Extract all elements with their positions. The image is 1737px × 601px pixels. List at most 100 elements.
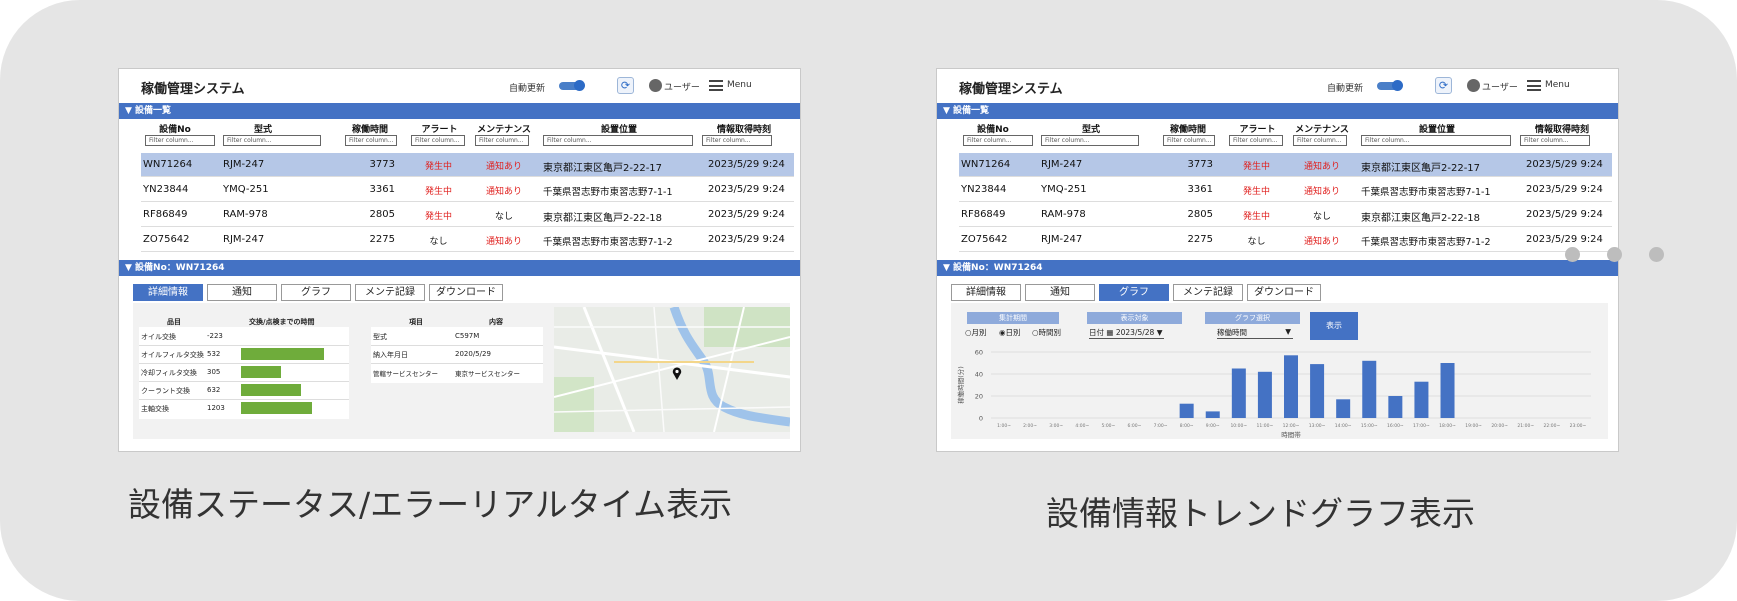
filter-location[interactable]: Filter column... (1361, 135, 1511, 146)
auto-update-label: 自動更新 (1327, 84, 1364, 94)
cell-equipment-no: WN71264 (143, 159, 193, 170)
cell-operating-time: 3361 (1187, 184, 1213, 195)
col-location: 設置位置 (1418, 125, 1455, 135)
filter-operating-time[interactable]: Filter column... (1163, 135, 1215, 146)
tab-graph[interactable]: グラフ (1099, 284, 1169, 301)
x-tick-label: 3:00~ (1049, 423, 1063, 429)
filter-fetch-time[interactable]: Filter column... (702, 135, 772, 146)
table-row[interactable]: ZO75642 RJM-247 2275 なし 通知あり 千葉県習志野市東習志野… (959, 228, 1612, 252)
bar (1414, 381, 1429, 418)
carousel-dot[interactable] (1649, 247, 1664, 262)
show-button[interactable]: 表示 (1310, 312, 1358, 340)
tab-maintenance-log[interactable]: メンテ記録 (355, 284, 425, 301)
tab-notification[interactable]: 通知 (1025, 284, 1095, 301)
period-option-monthly[interactable]: ○月別 (965, 327, 987, 338)
row-divider (371, 363, 543, 364)
cell-model: RJM-247 (1041, 234, 1083, 245)
y-tick-label: 0 (979, 415, 983, 423)
info-label: 型式 (373, 333, 387, 341)
table-row[interactable]: YN23844 YMQ-251 3361 発生中 通知あり 千葉県習志野市東習志… (959, 178, 1612, 202)
x-tick-label: 2:00~ (1023, 423, 1037, 429)
tab-maintenance-log[interactable]: メンテ記録 (1173, 284, 1243, 301)
cell-alert: 発生中 (1242, 212, 1270, 222)
filter-operating-time[interactable]: Filter column... (345, 135, 397, 146)
cell-equipment-no: WN71264 (961, 159, 1011, 170)
filter-equipment-no[interactable]: Filter column... (963, 135, 1033, 146)
table-row[interactable]: RF86849 RAM-978 2805 発生中 なし 東京都江東区亀戸2-22… (141, 203, 794, 227)
info-col-item: 項目 (409, 318, 423, 326)
tab-detail-info[interactable]: 詳細情報 (951, 284, 1021, 301)
date-select[interactable]: 日付 ▦ 2023/5/28 ▼ (1089, 327, 1165, 339)
part-name: オイルフィルタ交換 (141, 351, 204, 359)
cell-location: 千葉県習志野市東習志野7-1-1 (543, 187, 673, 198)
x-tick-label: 6:00~ (1128, 423, 1142, 429)
table-row[interactable]: WN71264 RJM-247 3773 発生中 通知あり 東京都江東区亀戸2-… (959, 153, 1612, 177)
detail-section-header[interactable]: ▼ 設備No：WN71264 (937, 260, 1618, 276)
cell-model: YMQ-251 (223, 184, 269, 195)
hamburger-menu-icon[interactable] (709, 80, 723, 91)
user-avatar-icon[interactable] (649, 79, 662, 92)
equipment-list-header[interactable]: ▼ 設備一覧 (119, 103, 800, 119)
hamburger-menu-icon[interactable] (1527, 80, 1541, 91)
caption-right: 設備情報トレンドグラフ表示 (1046, 494, 1475, 533)
carousel-dot[interactable] (1565, 247, 1580, 262)
detail-section-header[interactable]: ▼ 設備No：WN71264 (119, 260, 800, 276)
bar (1388, 396, 1403, 418)
cell-alert: なし (1247, 237, 1266, 247)
filter-fetch-time[interactable]: Filter column... (1520, 135, 1590, 146)
carousel-dot[interactable] (1607, 247, 1622, 262)
x-tick-label: 23:00~ (1570, 423, 1587, 429)
table-row[interactable]: RF86849 RAM-978 2805 発生中 なし 東京都江東区亀戸2-22… (959, 203, 1612, 227)
table-row[interactable]: WN71264 RJM-247 3773 発生中 通知あり 東京都江東区亀戸2-… (141, 153, 794, 177)
info-value: C597M (455, 332, 480, 340)
cell-location: 千葉県習志野市東習志野7-1-2 (1361, 237, 1491, 248)
equipment-list-header[interactable]: ▼ 設備一覧 (937, 103, 1618, 119)
bar (1257, 371, 1272, 418)
tab-notification[interactable]: 通知 (207, 284, 277, 301)
graph-select[interactable]: 稼働時間 ▼ (1217, 327, 1293, 339)
auto-update-toggle[interactable] (1377, 80, 1403, 91)
cell-operating-time: 2275 (1187, 234, 1213, 245)
table-row[interactable]: ZO75642 RJM-247 2275 なし 通知あり 千葉県習志野市東習志野… (141, 228, 794, 252)
cell-alert: 発生中 (1242, 187, 1270, 197)
user-avatar-icon[interactable] (1467, 79, 1480, 92)
filter-equipment-no[interactable]: Filter column... (145, 135, 215, 146)
filter-maintenance[interactable]: Filter column... (1293, 135, 1347, 146)
tab-detail-info[interactable]: 詳細情報 (133, 284, 203, 301)
auto-update-toggle[interactable] (559, 80, 585, 91)
cell-alert: 発生中 (1242, 162, 1270, 172)
filter-maintenance[interactable]: Filter column... (475, 135, 529, 146)
detail-tabs: 詳細情報 通知 グラフ メンテ記録 ダウンロード (951, 284, 1511, 301)
cell-fetch-time: 2023/5/29 9:24 (1526, 234, 1603, 245)
period-option-daily[interactable]: ◉日別 (999, 327, 1021, 338)
map-pin-icon[interactable] (672, 365, 682, 380)
filter-alert[interactable]: Filter column... (411, 135, 465, 146)
filter-location[interactable]: Filter column... (543, 135, 693, 146)
x-tick-label: 21:00~ (1517, 423, 1534, 429)
tab-download[interactable]: ダウンロード (429, 284, 503, 301)
cell-maintenance: 通知あり (1303, 162, 1340, 172)
refresh-icon[interactable]: ⟳ (1435, 77, 1452, 94)
period-option-hourly[interactable]: ○時間別 (1032, 327, 1061, 338)
location-map[interactable] (554, 307, 790, 432)
x-tick-label: 20:00~ (1491, 423, 1508, 429)
filter-model[interactable]: Filter column... (223, 135, 321, 146)
tab-graph[interactable]: グラフ (281, 284, 351, 301)
auto-update-label: 自動更新 (509, 84, 546, 94)
table-row[interactable]: YN23844 YMQ-251 3361 発生中 通知あり 千葉県習志野市東習志… (141, 178, 794, 202)
menu-label[interactable]: Menu (727, 80, 752, 90)
filter-model[interactable]: Filter column... (1041, 135, 1139, 146)
y-tick-label: 40 (975, 371, 983, 379)
user-label[interactable]: ユーザー (664, 80, 700, 93)
part-value: 305 (207, 368, 221, 376)
filter-alert[interactable]: Filter column... (1229, 135, 1283, 146)
user-label[interactable]: ユーザー (1482, 80, 1518, 93)
col-operating-time: 稼働時間 (351, 125, 388, 135)
refresh-icon[interactable]: ⟳ (617, 77, 634, 94)
x-tick-label: 10:00~ (1230, 423, 1247, 429)
part-name: 冷却フィルタ交換 (141, 369, 197, 377)
tab-download[interactable]: ダウンロード (1247, 284, 1321, 301)
cell-operating-time: 2805 (1187, 209, 1213, 220)
menu-label[interactable]: Menu (1545, 80, 1570, 90)
x-tick-label: 16:00~ (1387, 423, 1404, 429)
